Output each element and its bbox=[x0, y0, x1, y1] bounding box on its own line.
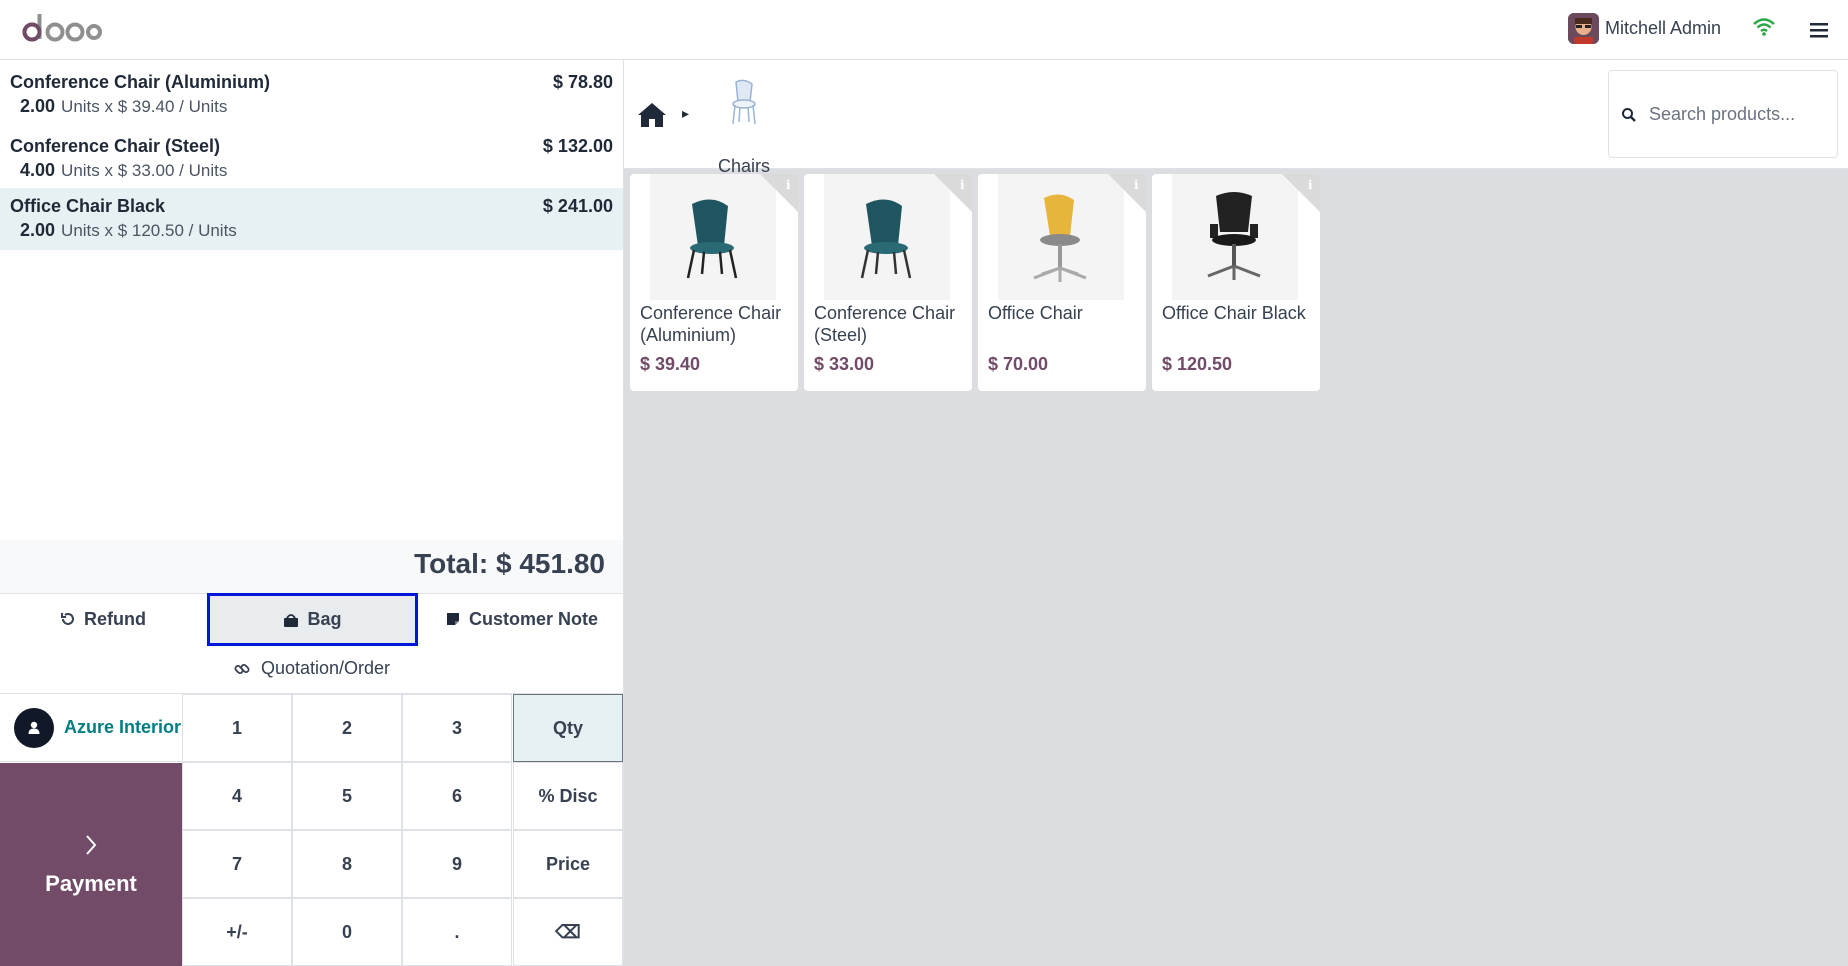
avatar bbox=[1568, 13, 1599, 44]
numpad: 1 2 3 Qty 4 5 6 % Disc 7 8 9 Price +/- 0… bbox=[182, 694, 623, 966]
customer-note-button[interactable]: Customer Note bbox=[420, 594, 623, 644]
product-card[interactable]: i Office Chair Black $ 120.50 bbox=[1152, 174, 1320, 391]
link-icon bbox=[234, 663, 250, 674]
svg-text:i: i bbox=[1308, 178, 1313, 192]
note-icon bbox=[446, 613, 459, 625]
numpad-sign-toggle[interactable]: +/- bbox=[182, 898, 292, 966]
search-input[interactable] bbox=[1649, 101, 1829, 127]
numpad-key-6[interactable]: 6 bbox=[402, 762, 512, 830]
order-line-detail: 2.00 Units x $ 120.50 / Units bbox=[10, 220, 613, 241]
category-chairs[interactable]: Chairs bbox=[704, 78, 784, 176]
product-info-icon[interactable]: i bbox=[934, 174, 972, 212]
product-image bbox=[824, 174, 950, 300]
product-card[interactable]: i Office Chair $ 70.00 bbox=[978, 174, 1146, 391]
customer-button[interactable]: Azure Interior bbox=[0, 694, 182, 762]
product-image bbox=[998, 174, 1124, 300]
refund-icon bbox=[61, 613, 74, 625]
product-name: Office Chair bbox=[988, 303, 1083, 323]
numpad-key-2[interactable]: 2 bbox=[292, 694, 402, 762]
numpad-key-9[interactable]: 9 bbox=[402, 830, 512, 898]
product-info-icon[interactable]: i bbox=[760, 174, 798, 212]
product-price: $ 70.00 bbox=[988, 354, 1049, 374]
product-info-icon[interactable]: i bbox=[1108, 174, 1146, 212]
order-line-name: Conference Chair (Aluminium) bbox=[10, 72, 271, 92]
product-card[interactable]: i Conference Chair (Aluminium) $ 39.40 bbox=[630, 174, 798, 391]
order-line-detail: 2.00 Units x $ 39.40 / Units bbox=[10, 96, 613, 117]
product-info-icon[interactable]: i bbox=[1282, 174, 1320, 212]
category-bar: ▸ Chairs bbox=[624, 60, 1848, 176]
product-name: Office Chair Black bbox=[1162, 303, 1306, 323]
order-line-unit-detail: Units x $ 39.40 / Units bbox=[61, 97, 228, 116]
numpad-price-mode[interactable]: Price bbox=[513, 830, 623, 898]
product-screen: ▸ Chairs Search products... i Conference… bbox=[624, 60, 1848, 966]
user-icon bbox=[14, 707, 54, 748]
bag-button[interactable]: Bag bbox=[207, 593, 418, 646]
product-image bbox=[650, 174, 776, 300]
order-line-name: Conference Chair (Steel) bbox=[10, 136, 221, 156]
numpad-key-5[interactable]: 5 bbox=[292, 762, 402, 830]
chevron-right-icon bbox=[86, 834, 97, 855]
hamburger-menu-icon[interactable] bbox=[1808, 20, 1830, 40]
search-icon bbox=[1622, 108, 1636, 122]
numpad-decimal[interactable]: . bbox=[402, 898, 512, 966]
user-name: Mitchell Admin bbox=[1605, 18, 1722, 38]
customer-name: Azure Interior bbox=[64, 717, 182, 737]
quotation-order-button[interactable]: Quotation/Order bbox=[0, 644, 623, 694]
customer-note-label: Customer Note bbox=[468, 608, 598, 629]
svg-text:i: i bbox=[960, 178, 965, 192]
product-name: Conference Chair (Aluminium) bbox=[640, 303, 782, 345]
order-line[interactable]: Conference Chair (Steel) $ 132.00 4.00 Un… bbox=[0, 128, 623, 190]
numpad-key-0[interactable]: 0 bbox=[292, 898, 402, 966]
svg-text:i: i bbox=[1134, 178, 1139, 192]
order-line-unit-detail: Units x $ 120.50 / Units bbox=[61, 221, 237, 240]
order-line-qty: 4.00 bbox=[20, 160, 56, 180]
product-price: $ 39.40 bbox=[640, 354, 701, 374]
wifi-icon bbox=[1753, 18, 1775, 36]
order-line-qty: 2.00 bbox=[20, 220, 56, 240]
search-box[interactable] bbox=[1608, 70, 1838, 158]
breadcrumb-separator-icon: ▸ bbox=[682, 105, 690, 121]
order-total: Total: $ 451.80 bbox=[414, 548, 605, 579]
numpad-key-7[interactable]: 7 bbox=[182, 830, 292, 898]
order-line-qty: 2.00 bbox=[20, 96, 56, 116]
product-card[interactable]: i Conference Chair (Steel) $ 33.00 bbox=[804, 174, 972, 391]
order-summary: Total: $ 451.80 bbox=[0, 540, 623, 594]
product-image bbox=[1172, 174, 1298, 300]
refund-label: Refund bbox=[84, 608, 146, 629]
svg-text:i: i bbox=[786, 178, 791, 192]
quotation-order-label: Quotation/Order bbox=[260, 658, 391, 678]
home-icon[interactable] bbox=[636, 100, 668, 130]
product-price: $ 33.00 bbox=[814, 354, 875, 374]
order-line-name: Office Chair Black bbox=[10, 196, 166, 216]
numpad-key-8[interactable]: 8 bbox=[292, 830, 402, 898]
order-line-detail: 4.00 Units x $ 33.00 / Units bbox=[10, 160, 613, 181]
order-line-unit-detail: Units x $ 33.00 / Units bbox=[61, 161, 228, 180]
order-line-price: $ 78.80 bbox=[552, 72, 613, 92]
refund-button[interactable]: Refund bbox=[0, 594, 206, 644]
bag-icon bbox=[284, 613, 299, 627]
order-lines: Conference Chair (Aluminium) $ 78.80 2.0… bbox=[0, 60, 623, 540]
order-panel: Conference Chair (Aluminium) $ 78.80 2.0… bbox=[0, 60, 624, 966]
order-line-price: $ 132.00 bbox=[542, 136, 613, 156]
numpad-key-1[interactable]: 1 bbox=[182, 694, 292, 762]
payment-button[interactable]: Payment bbox=[0, 763, 182, 966]
order-line-selected[interactable]: Office Chair Black $ 241.00 2.00 Units x … bbox=[0, 188, 623, 250]
numpad-key-3[interactable]: 3 bbox=[402, 694, 512, 762]
control-buttons: Refund Bag Customer Note bbox=[0, 593, 623, 646]
odoo-logo[interactable] bbox=[22, 10, 102, 50]
top-bar: Mitchell Admin bbox=[0, 0, 1848, 60]
payment-label: Payment bbox=[45, 870, 137, 896]
numpad-disc-mode[interactable]: % Disc bbox=[513, 762, 623, 830]
user-menu[interactable]: Mitchell Admin bbox=[1568, 13, 1721, 44]
order-line-price: $ 241.00 bbox=[542, 196, 613, 216]
chair-icon bbox=[732, 79, 756, 125]
numpad-qty-mode[interactable]: Qty bbox=[513, 694, 623, 762]
bag-label: Bag bbox=[307, 609, 342, 629]
numpad-backspace[interactable]: ⌫ bbox=[513, 898, 623, 966]
product-name: Conference Chair (Steel) bbox=[814, 303, 956, 345]
numpad-key-4[interactable]: 4 bbox=[182, 762, 292, 830]
product-price: $ 120.50 bbox=[1162, 354, 1233, 374]
order-line[interactable]: Conference Chair (Aluminium) $ 78.80 2.0… bbox=[0, 64, 623, 126]
